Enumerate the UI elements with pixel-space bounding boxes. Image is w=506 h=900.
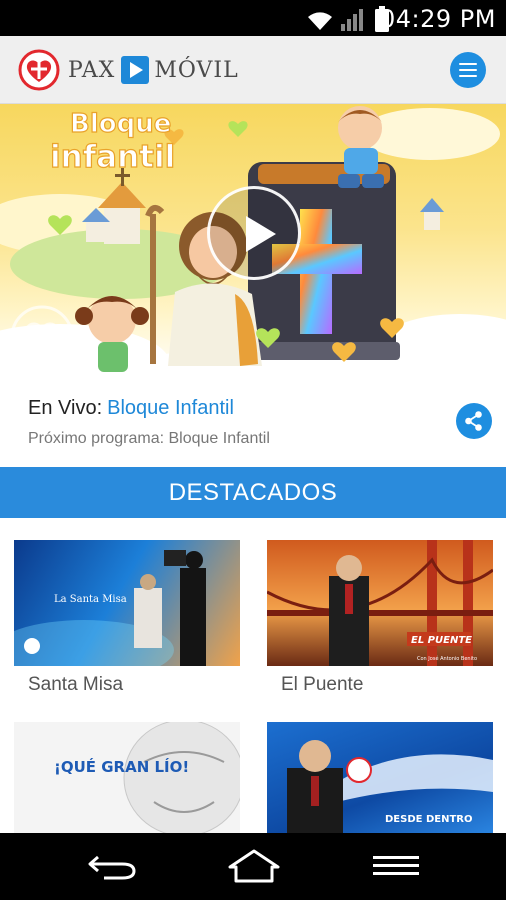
thumb-caption: ¡QUÉ GRAN LÍO! [54, 757, 189, 776]
live-program-link[interactable]: Bloque Infantil [107, 397, 234, 419]
app-screen: 04:29 PM PAX MÓVIL Bloque infantil En Vi… [0, 0, 506, 900]
status-icons [306, 4, 390, 32]
app-bar: PAX MÓVIL [0, 36, 506, 104]
status-bar: 04:29 PM [0, 0, 506, 36]
now-playing-panel: En Vivo: Bloque Infantil Próximo programa… [0, 379, 506, 467]
logo-play-icon [121, 56, 150, 84]
hero-video[interactable]: Bloque infantil [0, 104, 506, 379]
home-button[interactable] [224, 845, 284, 887]
el-puente-thumb-art: EL PUENTE Con José Antonio Benito [267, 540, 493, 666]
hamburger-line [459, 69, 477, 72]
back-button[interactable] [82, 845, 142, 887]
hero-title-line-1: Bloque [70, 109, 171, 139]
card-title: El Puente [281, 674, 364, 695]
thumb-caption: La Santa Misa [54, 594, 127, 605]
live-label: En Vivo: [28, 397, 103, 419]
recents-button[interactable] [366, 845, 426, 887]
featured-card-santa-misa[interactable]: La Santa Misa Santa Misa [14, 540, 240, 696]
status-time: 04:29 PM [380, 5, 496, 33]
signal-icon [341, 9, 363, 31]
heart-cross-logo-icon [18, 49, 60, 91]
card-title: Santa Misa [28, 674, 124, 695]
system-nav-bar [0, 833, 506, 900]
thumb-caption: EL PUENTE [411, 635, 472, 646]
logo-word-pax: PAX [68, 57, 116, 83]
next-program: Próximo programa: Bloque Infantil [28, 430, 270, 447]
santa-misa-thumb-art: La Santa Misa [14, 550, 206, 666]
hamburger-line [459, 75, 477, 78]
card-thumbnail: EL PUENTE Con José Antonio Benito [267, 540, 493, 666]
back-icon [88, 855, 136, 880]
app-logo[interactable]: PAX MÓVIL [18, 49, 239, 91]
recents-icon [373, 856, 419, 875]
share-icon [465, 411, 482, 431]
featured-card-desde-dentro[interactable]: DESDE DENTRO [267, 722, 493, 833]
share-button[interactable] [456, 403, 492, 439]
featured-card-que-gran-lio[interactable]: ¡QUÉ GRAN LÍO! [14, 722, 240, 833]
card-thumbnail: La Santa Misa [14, 540, 240, 666]
wifi-icon [308, 12, 332, 30]
featured-card-el-puente[interactable]: EL PUENTE Con José Antonio Benito El Pue… [267, 540, 493, 696]
desde-dentro-thumb-art: DESDE DENTRO [287, 740, 493, 833]
card-thumbnail: ¡QUÉ GRAN LÍO! [14, 722, 240, 833]
thumb-caption: DESDE DENTRO [385, 814, 472, 825]
que-gran-lio-thumb-art: ¡QUÉ GRAN LÍO! [54, 722, 240, 833]
featured-header: DESTACADOS [0, 467, 506, 518]
menu-button[interactable] [450, 52, 486, 88]
thumb-subcaption: Con José Antonio Benito [417, 655, 477, 662]
card-thumbnail: DESDE DENTRO [267, 722, 493, 833]
hero-title-line-2: infantil [50, 139, 175, 175]
live-line: En Vivo: Bloque Infantil [28, 397, 234, 420]
home-icon [228, 849, 280, 883]
logo-word-movil: MÓVIL [154, 57, 239, 83]
play-button[interactable] [207, 186, 301, 280]
hamburger-menu-icon [459, 63, 477, 66]
